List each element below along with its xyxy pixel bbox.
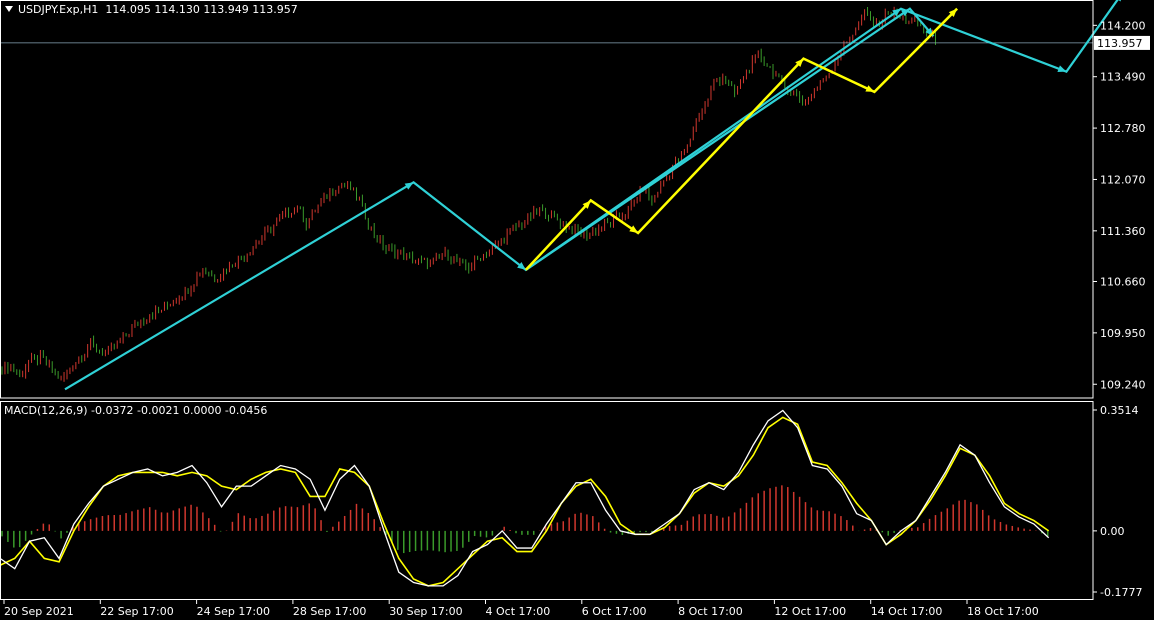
x-tick-label: 8 Oct 17:00 bbox=[678, 605, 743, 618]
price-y-label: 109.950 bbox=[1100, 327, 1146, 340]
x-tick-label: 20 Sep 2021 bbox=[4, 605, 74, 618]
current-price-text: 113.957 bbox=[1097, 37, 1143, 50]
x-tick-label: 22 Sep 17:00 bbox=[100, 605, 173, 618]
price-y-label: 114.200 bbox=[1100, 19, 1146, 32]
x-tick-label: 12 Oct 17:00 bbox=[774, 605, 846, 618]
cyan-trend-line bbox=[64, 0, 1119, 391]
macd-y-label: 0.3514 bbox=[1100, 404, 1139, 417]
macd-y-label: 0.00 bbox=[1100, 525, 1125, 538]
macd-y-label: -0.1777 bbox=[1100, 586, 1142, 599]
price-pane[interactable] bbox=[0, 0, 1123, 391]
symbol-dropdown-icon[interactable] bbox=[5, 6, 13, 12]
arrowhead bbox=[1057, 65, 1067, 72]
symbol-label: USDJPY.Exp,H1 bbox=[18, 3, 99, 16]
macd-pane[interactable] bbox=[0, 409, 1050, 587]
price-y-label: 113.490 bbox=[1100, 71, 1146, 84]
ohlc-values: 114.095 114.130 113.949 113.957 bbox=[105, 3, 298, 16]
x-tick-label: 4 Oct 17:00 bbox=[486, 605, 551, 618]
chart-canvas[interactable]: 113.957 114.200 113.490 112.780 112.070 111.3… bbox=[0, 0, 1154, 620]
x-tick-label: 6 Oct 17:00 bbox=[582, 605, 647, 618]
macd-signal-line bbox=[0, 416, 1050, 587]
price-y-label: 112.780 bbox=[1100, 122, 1146, 135]
macd-main-line bbox=[0, 409, 1050, 587]
macd-header: MACD(12,26,9) -0.0372 -0.0021 0.0000 -0.… bbox=[4, 404, 268, 417]
price-y-label: 109.240 bbox=[1100, 378, 1146, 391]
price-y-label: 110.660 bbox=[1100, 275, 1146, 288]
x-tick-label: 14 Oct 17:00 bbox=[871, 605, 943, 618]
price-y-label: 111.360 bbox=[1100, 225, 1146, 238]
macd-frame bbox=[0, 401, 1094, 600]
price-frame bbox=[0, 0, 1094, 399]
x-tick-label: 18 Oct 17:00 bbox=[967, 605, 1039, 618]
x-tick-label: 28 Sep 17:00 bbox=[293, 605, 366, 618]
symbol-header: USDJPY.Exp,H1 114.095 114.130 113.949 11… bbox=[18, 3, 298, 16]
x-tick-label: 24 Sep 17:00 bbox=[197, 605, 270, 618]
price-y-label: 112.070 bbox=[1100, 173, 1146, 186]
yellow-wave-line bbox=[524, 7, 959, 271]
x-tick-label: 30 Sep 17:00 bbox=[389, 605, 462, 618]
